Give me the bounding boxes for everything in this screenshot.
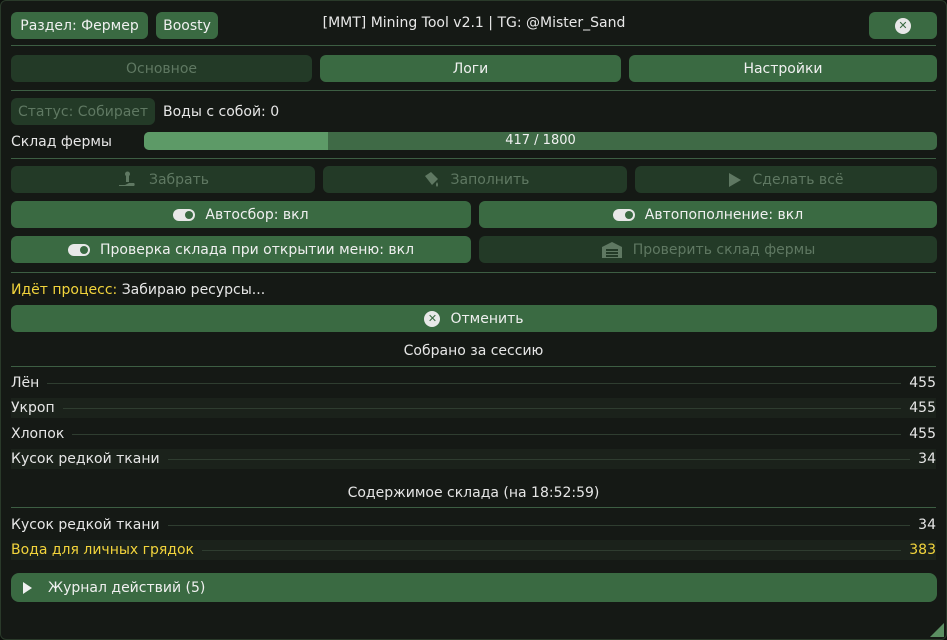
item-value: 455 — [909, 400, 936, 416]
list-item: Лён 455 — [11, 373, 936, 393]
storage-label: Склад фермы — [11, 134, 112, 150]
process-line: Идёт процесс: Забираю ресурсы... — [11, 282, 265, 298]
toggle-on-icon — [67, 243, 90, 256]
check-on-open-label: Проверка склада при открытии меню: вкл — [99, 241, 415, 258]
tab-settings-label: Настройки — [743, 60, 823, 77]
tab-logs-label: Логи — [452, 60, 489, 77]
leader-line — [167, 458, 911, 460]
mining-tool-window: Раздел: Фермер Boosty [MMT] Mining Tool … — [0, 0, 947, 640]
storage-progress-bar: 417 / 1800 — [144, 132, 937, 150]
water-carried-text: Воды с собой: 0 — [163, 104, 280, 120]
do-all-button[interactable]: Сделать всё — [635, 166, 937, 193]
cancel-icon: ✕ — [424, 310, 441, 327]
session-title: Собрано за сессию — [403, 343, 544, 359]
section-farmer-button[interactable]: Раздел: Фермер — [11, 12, 148, 39]
paint-bucket-icon — [424, 171, 438, 187]
title-separator — [11, 45, 936, 46]
list-item: Укроп 455 — [11, 398, 936, 418]
item-name: Укроп — [11, 400, 55, 416]
cancel-label: Отменить — [450, 310, 524, 327]
cancel-button[interactable]: ✕ Отменить — [11, 305, 937, 332]
item-value: 383 — [909, 542, 936, 558]
process-label: Идёт процесс: — [11, 282, 118, 298]
list-item: Хлопок 455 — [11, 424, 936, 444]
leader-line — [202, 549, 902, 551]
hand-harvest-icon — [118, 171, 135, 186]
section-farmer-label: Раздел: Фермер — [20, 17, 139, 34]
list-item: Кусок редкой ткани 34 — [11, 515, 936, 535]
tabs-separator — [11, 90, 936, 91]
tab-main[interactable]: Основное — [11, 55, 312, 82]
resize-handle[interactable] — [930, 623, 944, 637]
leader-line — [47, 382, 902, 384]
auto-collect-label: Автосбор: вкл — [205, 206, 309, 223]
tab-logs[interactable]: Логи — [320, 55, 621, 82]
item-name: Лён — [11, 375, 40, 391]
warehouse-title: Содержимое склада (на 18:52:59) — [347, 485, 600, 501]
action-log-label: Журнал действий (5) — [48, 579, 206, 596]
item-name: Кусок редкой ткани — [11, 451, 160, 467]
storage-progress-text: 417 / 1800 — [505, 133, 576, 148]
fill-label: Заполнить — [450, 171, 530, 188]
close-icon: ✕ — [895, 17, 911, 34]
window-title: [MMT] Mining Tool v2.1 | TG: @Mister_San… — [322, 15, 626, 31]
expand-triangle-icon — [23, 581, 32, 594]
check-storage-button[interactable]: Проверить склад фермы — [479, 236, 937, 263]
list-item: Вода для личных грядок 383 — [11, 540, 936, 560]
close-window-button[interactable]: ✕ — [869, 12, 937, 39]
leader-line — [62, 407, 902, 409]
fill-button[interactable]: Заполнить — [323, 166, 627, 193]
item-name: Вода для личных грядок — [11, 542, 195, 558]
item-value: 455 — [909, 426, 936, 442]
warehouse-separator — [11, 507, 936, 508]
status-badge: Статус: Собирает — [11, 98, 155, 125]
storage-separator — [11, 158, 936, 159]
check-on-open-toggle[interactable]: Проверка склада при открытии меню: вкл — [11, 236, 471, 263]
check-storage-label: Проверить склад фермы — [632, 241, 816, 258]
list-item: Кусок редкой ткани 34 — [11, 449, 936, 469]
tab-main-label: Основное — [125, 60, 198, 77]
leader-line — [167, 524, 911, 526]
toggle-on-icon — [612, 208, 635, 221]
warehouse-icon — [601, 241, 622, 258]
play-icon — [729, 172, 742, 187]
collect-label: Забрать — [148, 171, 210, 188]
process-text: Забираю ресурсы... — [121, 282, 266, 298]
status-badge-label: Статус: Собирает — [17, 103, 149, 120]
actions-separator — [11, 272, 936, 273]
auto-refill-label: Автопополнение: вкл — [644, 206, 804, 223]
item-name: Кусок редкой ткани — [11, 517, 160, 533]
auto-collect-toggle[interactable]: Автосбор: вкл — [11, 201, 471, 228]
item-value: 34 — [918, 517, 936, 533]
toggle-on-icon — [173, 208, 196, 221]
action-log-header[interactable]: Журнал действий (5) — [11, 573, 937, 602]
item-value: 455 — [909, 375, 936, 391]
session-separator — [11, 366, 936, 367]
auto-refill-toggle[interactable]: Автопополнение: вкл — [479, 201, 937, 228]
collect-button[interactable]: Забрать — [11, 166, 315, 193]
do-all-label: Сделать всё — [752, 171, 844, 188]
item-value: 34 — [918, 451, 936, 467]
item-name: Хлопок — [11, 426, 65, 442]
tab-settings[interactable]: Настройки — [629, 55, 937, 82]
leader-line — [72, 433, 902, 435]
